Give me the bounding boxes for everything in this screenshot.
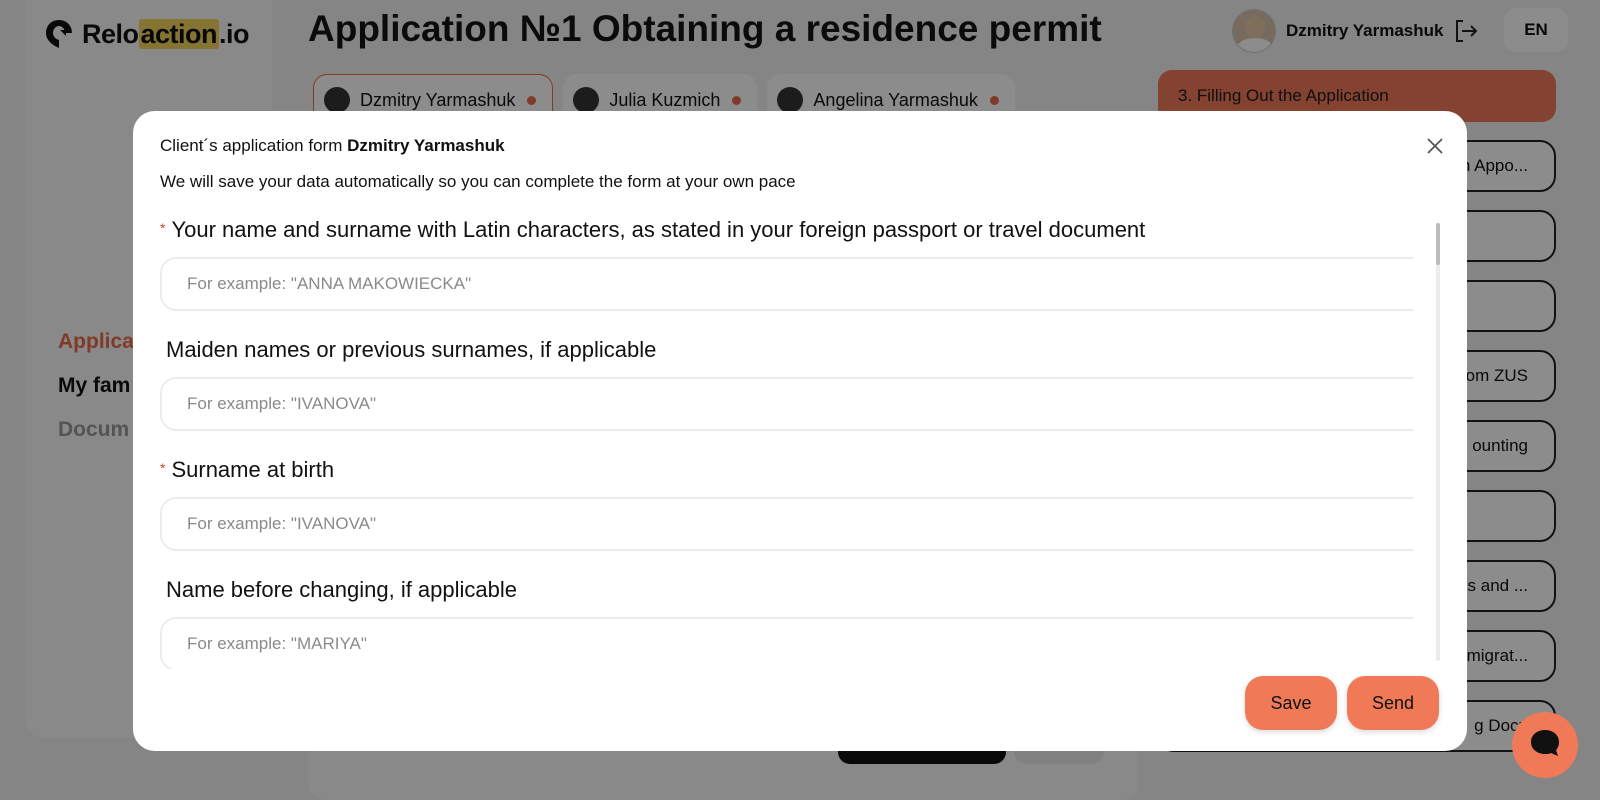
required-marker: * bbox=[160, 460, 166, 476]
save-button[interactable]: Save bbox=[1245, 676, 1337, 730]
chat-icon bbox=[1529, 728, 1561, 763]
form-scroll-area[interactable]: * Your name and surname with Latin charac… bbox=[160, 217, 1414, 669]
required-marker: * bbox=[160, 220, 166, 236]
application-form-modal: Client´s application form Dzmitry Yarmas… bbox=[133, 111, 1467, 751]
modal-subtitle: We will save your data automatically so … bbox=[160, 172, 796, 191]
form-scrollbar[interactable] bbox=[1436, 223, 1440, 661]
chat-button[interactable] bbox=[1512, 712, 1578, 778]
client-name: Dzmitry Yarmashuk bbox=[347, 136, 505, 155]
surname-at-birth-input[interactable] bbox=[160, 497, 1414, 551]
name-before-change-input[interactable] bbox=[160, 617, 1414, 669]
field-label-maiden-names: Maiden names or previous surnames, if ap… bbox=[166, 337, 657, 362]
scrollbar-thumb[interactable] bbox=[1436, 223, 1440, 265]
modal-title: Client´s application form Dzmitry Yarmas… bbox=[160, 136, 505, 155]
send-button[interactable]: Send bbox=[1347, 676, 1439, 730]
maiden-names-input[interactable] bbox=[160, 377, 1414, 431]
close-icon[interactable] bbox=[1422, 133, 1448, 159]
field-label-latin-name: * Your name and surname with Latin charac… bbox=[160, 217, 1146, 242]
latin-name-input[interactable] bbox=[160, 257, 1414, 311]
field-label-name-before-change: Name before changing, if applicable bbox=[166, 577, 518, 602]
field-label-surname-at-birth: * Surname at birth bbox=[160, 457, 335, 482]
